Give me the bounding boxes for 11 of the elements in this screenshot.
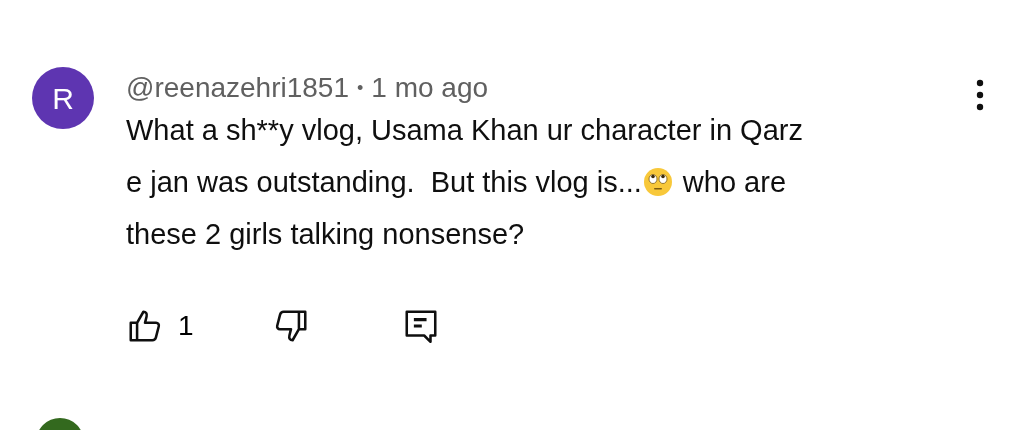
comment-text: who are [682, 165, 786, 200]
comment-text: e jan was outstanding. But this vlog is... [126, 165, 642, 200]
comment-time: 1 mo ago [371, 71, 489, 105]
like-button[interactable]: 1 [126, 305, 194, 347]
separator-dot: • [357, 77, 364, 100]
comment-text: What a sh**y vlog, Usama Khan ur character in Qarz [126, 113, 803, 148]
eye-roll-emoji-icon [642, 167, 673, 197]
author-name[interactable]: @reenazehri1851 [126, 70, 349, 106]
kebab-menu-icon [976, 78, 984, 112]
comment-text: these 2 girls talking nonsense? [126, 217, 525, 252]
avatar[interactable]: R [32, 67, 94, 129]
